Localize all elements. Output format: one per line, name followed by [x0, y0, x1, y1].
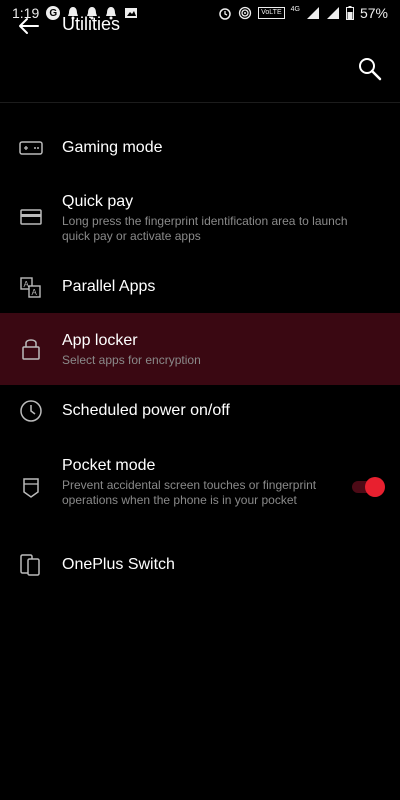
- item-subtitle: Select apps for encryption: [62, 353, 201, 367]
- search-icon[interactable]: [357, 56, 383, 82]
- parallel-apps-icon: AA: [18, 275, 44, 301]
- list-item-gaming-mode[interactable]: Gaming mode: [0, 122, 400, 174]
- item-label: App locker: [62, 332, 138, 349]
- hotspot-icon: [238, 6, 252, 20]
- phone-switch-icon: [18, 552, 44, 578]
- list-item-parallel-apps[interactable]: AA Parallel Apps: [0, 262, 400, 314]
- image-notification-icon: [124, 7, 138, 19]
- appbar-divider: [0, 102, 400, 103]
- battery-icon: [345, 6, 354, 20]
- list-item-pocket-mode[interactable]: Pocket mode Prevent accidental screen to…: [0, 446, 400, 530]
- pocket-icon: [18, 475, 44, 501]
- item-label: OnePlus Switch: [62, 556, 175, 573]
- list-item-oneplus-switch[interactable]: OnePlus Switch: [0, 540, 400, 592]
- item-label: Pocket mode: [62, 457, 156, 474]
- item-label: Quick pay: [62, 193, 134, 210]
- item-label: Parallel Apps: [62, 278, 156, 295]
- toggle-thumb: [365, 477, 385, 497]
- volte-badge: VoLTE: [258, 7, 285, 19]
- gamepad-icon: [18, 135, 44, 161]
- signal-icon: [326, 6, 340, 20]
- lock-icon: [18, 336, 44, 362]
- svg-text:A: A: [24, 280, 30, 289]
- battery-percent: 57%: [359, 5, 388, 21]
- pocket-mode-toggle[interactable]: [351, 475, 385, 499]
- list-item-app-locker[interactable]: App locker Select apps for encryption: [0, 313, 400, 385]
- item-label: Gaming mode: [62, 139, 163, 156]
- list-item-scheduled-power[interactable]: Scheduled power on/off: [0, 386, 400, 438]
- signal-icon: [306, 6, 320, 20]
- back-arrow-icon[interactable]: [16, 14, 42, 38]
- google-icon: G: [46, 6, 61, 20]
- card-icon: [18, 204, 44, 230]
- status-bar: 1:19 G VoLTE 4G 57%: [0, 0, 400, 26]
- list-item-quick-pay[interactable]: Quick pay Long press the fingerprint ide…: [0, 184, 400, 256]
- item-label: Scheduled power on/off: [62, 402, 230, 419]
- network-type-label: 4G: [290, 5, 300, 13]
- clock-icon: [18, 398, 44, 424]
- svg-text:A: A: [32, 288, 38, 297]
- item-subtitle: Prevent accidental screen touches or fin…: [62, 478, 317, 507]
- page-title: Utilities: [62, 14, 121, 34]
- item-subtitle: Long press the fingerprint identificatio…: [62, 214, 348, 243]
- alarm-icon: [218, 6, 232, 20]
